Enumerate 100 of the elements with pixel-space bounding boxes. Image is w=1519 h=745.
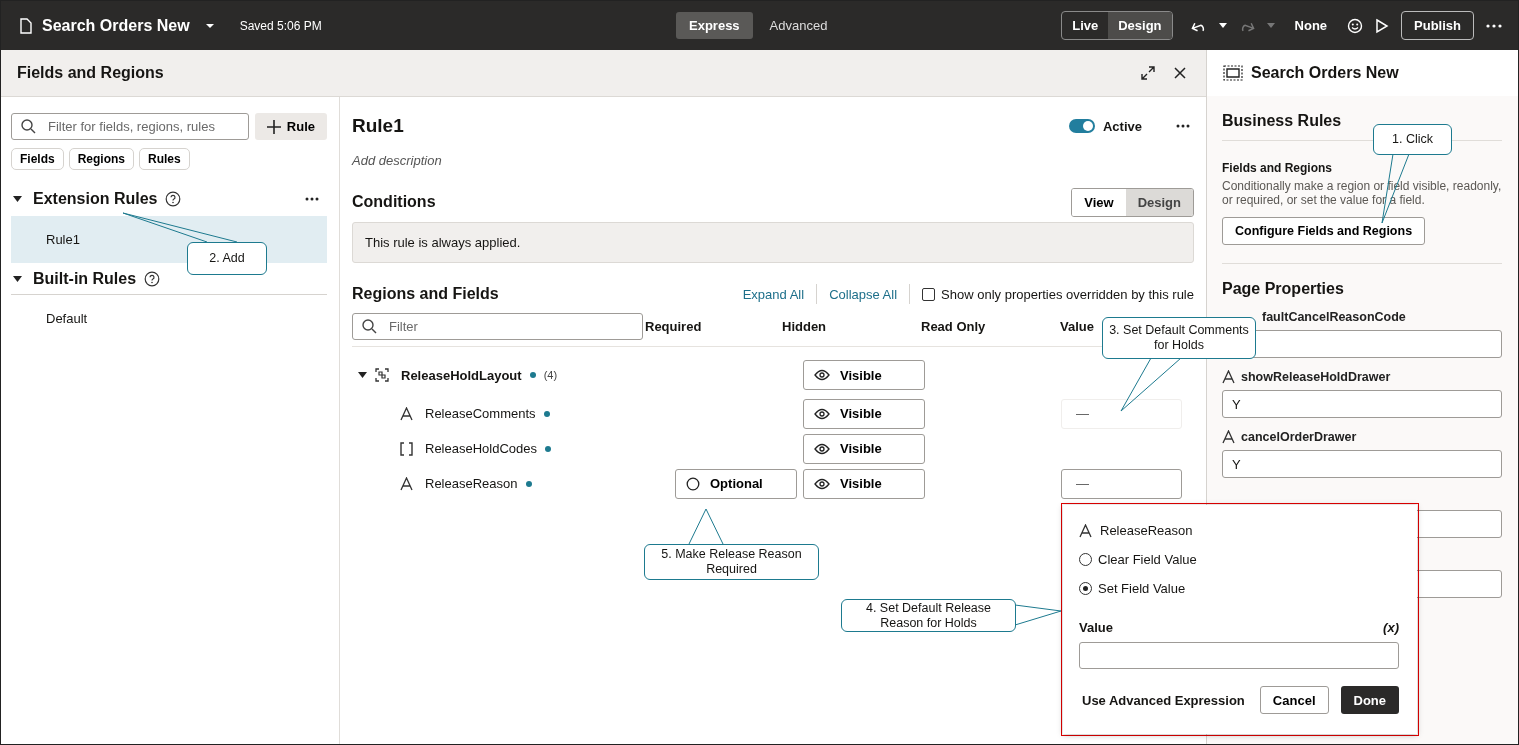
mode-tab[interactable]: Advanced xyxy=(756,12,841,39)
more-icon[interactable] xyxy=(305,197,319,201)
eye-icon xyxy=(814,442,830,455)
callout-pointer xyxy=(688,508,724,545)
configure-button[interactable]: Configure Fields and Regions xyxy=(1222,217,1426,245)
value-field[interactable]: — xyxy=(1061,468,1182,499)
publish-button[interactable]: Publish xyxy=(1401,11,1474,40)
toggle-label: Active xyxy=(1102,118,1142,134)
help-icon[interactable] xyxy=(165,191,182,207)
condition-text: This rule is always applied. xyxy=(365,235,521,250)
advanced-expression-link[interactable]: Use Advanced Expression xyxy=(1082,692,1245,708)
caret-icon[interactable] xyxy=(1218,23,1227,28)
group-title: Extension Rules xyxy=(33,190,158,208)
section-title: Page Properties xyxy=(1222,280,1345,298)
filter-chip[interactable]: Rules xyxy=(139,148,190,170)
radio-label: Clear Field Value xyxy=(1098,552,1197,567)
filter-chip[interactable]: Regions xyxy=(68,148,135,170)
help-icon[interactable] xyxy=(144,271,161,287)
text-field-icon xyxy=(1222,430,1235,444)
radio-icon xyxy=(686,476,700,491)
column-header: Value xyxy=(1060,319,1094,334)
status-dot xyxy=(529,372,536,378)
section-title: Conditions xyxy=(352,193,436,211)
callout-tooltip: 3. Set Default Comments for Holds xyxy=(1102,317,1256,359)
field-label: Value xyxy=(1079,620,1113,635)
filter-chip[interactable]: Fields xyxy=(11,148,64,170)
column-header: Hidden xyxy=(782,319,827,334)
layout-icon xyxy=(375,368,389,382)
section-title: Regions and Fields xyxy=(352,285,499,303)
property-field[interactable]: Y xyxy=(1222,450,1502,478)
field-name: ReleaseComments xyxy=(425,406,536,421)
checkbox-label: Show only properties overridden by this rule xyxy=(941,286,1194,302)
saved-status: Saved 5:06 PM xyxy=(239,18,322,33)
property-field[interactable]: Y xyxy=(1222,390,1502,418)
callout-tooltip: 1. Click xyxy=(1373,124,1452,155)
property-label: cancelOrderDrawer xyxy=(1241,430,1357,444)
rule-title: Rule1 xyxy=(352,115,404,137)
more-icon[interactable] xyxy=(1176,124,1190,128)
text-field-icon xyxy=(1079,523,1092,538)
expand-icon[interactable] xyxy=(1140,65,1156,81)
status-dot xyxy=(543,410,550,417)
rule-item[interactable]: Default xyxy=(11,295,327,342)
field-name: ReleaseReason xyxy=(1100,523,1193,538)
property-label: showReleaseHoldDrawer xyxy=(1241,370,1391,384)
active-toggle[interactable] xyxy=(1068,119,1095,133)
search-icon xyxy=(21,119,36,134)
panel-title: Fields and Regions xyxy=(17,64,164,82)
mode-tab[interactable]: Express xyxy=(676,12,753,39)
callout-tooltip: 2. Add xyxy=(187,242,267,275)
item-count: (4) xyxy=(543,369,558,381)
value-field[interactable] xyxy=(1079,642,1399,669)
eye-icon xyxy=(814,477,830,490)
filter-field[interactable]: Filter for fields, regions, rules xyxy=(11,113,249,140)
status-dot xyxy=(525,480,532,487)
visibility-toggle[interactable]: Visible xyxy=(803,433,925,464)
column-header: Required xyxy=(645,319,702,334)
text-field-icon xyxy=(1222,370,1235,384)
eye-icon xyxy=(814,369,830,381)
callout-tooltip: 5. Make Release Reason Required xyxy=(644,544,819,580)
section-title: Business Rules xyxy=(1222,112,1343,130)
description-placeholder[interactable]: Add description xyxy=(352,153,1194,168)
close-icon[interactable] xyxy=(1174,67,1186,79)
text-field-icon xyxy=(400,406,413,421)
filter-field[interactable]: Filter xyxy=(352,313,643,340)
value-field[interactable]: — xyxy=(1061,398,1182,429)
callout-tooltip: 4. Set Default Release Reason for Holds xyxy=(841,599,1016,632)
page-title: Search Orders New xyxy=(42,16,190,35)
radio-label: Set Field Value xyxy=(1098,581,1186,596)
add-rule-button[interactable]: Rule xyxy=(254,113,327,140)
status-dot xyxy=(545,445,551,452)
visibility-toggle[interactable]: Visible xyxy=(803,360,925,390)
preview-selector[interactable]: None xyxy=(1294,18,1328,33)
plus-icon xyxy=(266,119,281,134)
visibility-toggle[interactable]: Visible xyxy=(803,468,925,499)
caret-icon[interactable] xyxy=(358,372,367,378)
cancel-button[interactable]: Cancel xyxy=(1259,686,1329,714)
expand-all-link[interactable]: Expand All xyxy=(742,286,805,302)
search-icon xyxy=(362,319,377,334)
play-icon[interactable] xyxy=(1375,17,1390,34)
caret-icon[interactable] xyxy=(13,196,22,202)
smiley-icon[interactable] xyxy=(1347,17,1364,34)
document-icon xyxy=(19,17,33,34)
collapse-all-link[interactable]: Collapse All xyxy=(829,286,898,302)
inspector-title: Search Orders New xyxy=(1251,64,1399,82)
field-name: ReleaseHoldCodes xyxy=(425,441,537,456)
caret-icon[interactable] xyxy=(204,22,215,29)
required-toggle[interactable]: Optional xyxy=(675,468,797,499)
group-title: Built-in Rules xyxy=(33,270,137,288)
done-button[interactable]: Done xyxy=(1340,686,1399,714)
view-mode-tab[interactable]: Design xyxy=(1125,188,1193,216)
more-icon[interactable] xyxy=(1486,23,1502,28)
view-mode-tab[interactable]: Live xyxy=(1062,12,1109,39)
text-field-icon xyxy=(400,476,413,491)
column-header: Read Only xyxy=(921,319,986,334)
caret-icon[interactable] xyxy=(13,276,22,282)
view-mode-tab[interactable]: Design xyxy=(1108,12,1172,39)
visibility-toggle[interactable]: Visible xyxy=(803,398,925,429)
checkbox[interactable] xyxy=(922,287,936,301)
field-name: ReleaseReason xyxy=(425,476,518,491)
expression-hint[interactable]: (x) xyxy=(1383,620,1399,635)
